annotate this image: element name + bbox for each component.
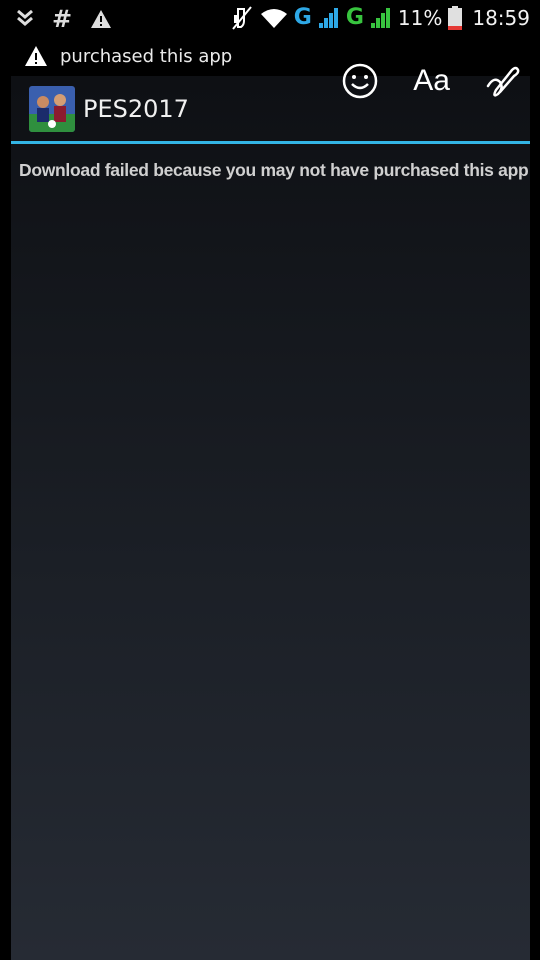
screen: # G G 11% 18:59 purchased this app Aa PE… (0, 0, 540, 960)
pen-icon[interactable] (484, 62, 522, 100)
clock: 18:59 (472, 6, 530, 30)
battery-percent: 11% (397, 6, 443, 30)
status-bar-left: # (16, 7, 112, 31)
app-icon (29, 86, 75, 132)
wifi-icon (260, 7, 288, 29)
mute-icon (230, 5, 254, 31)
app-title: PES2017 (83, 95, 189, 123)
header-divider (11, 141, 530, 144)
battery-icon (448, 6, 463, 30)
hash-notification-icon: # (52, 5, 73, 33)
warning-icon (24, 45, 48, 67)
status-bar-right: G G 11% 18:59 (230, 5, 530, 31)
download-notification-icon (16, 9, 34, 29)
download-failed-dialog: PES2017 Download failed because you may … (11, 76, 530, 960)
network-type-1: G (293, 5, 312, 30)
warning-notification-icon (90, 9, 112, 29)
ticker-text: purchased this app (60, 45, 233, 67)
text-tool-button[interactable]: Aa (413, 64, 450, 98)
annotation-toolbar: Aa (341, 62, 522, 100)
smiley-icon[interactable] (341, 62, 379, 100)
signal-icon-1 (318, 7, 340, 29)
error-message: Download failed because you may not have… (19, 160, 529, 180)
network-type-2: G (345, 5, 364, 30)
status-bar: # G G 11% 18:59 (0, 0, 540, 38)
signal-icon-2 (370, 7, 392, 29)
